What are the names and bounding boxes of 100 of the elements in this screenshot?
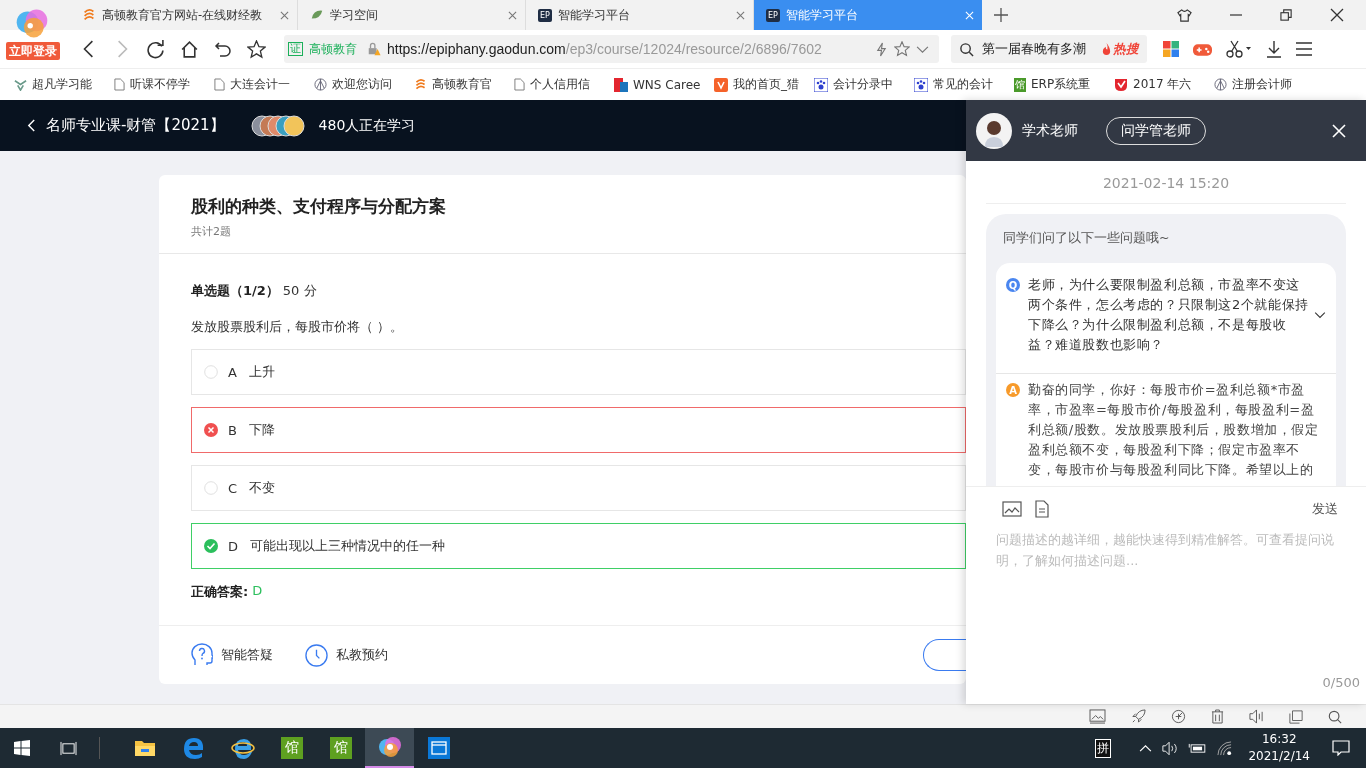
new-tab-icon[interactable] (994, 8, 1008, 22)
question-mark-badge: Q (1006, 278, 1020, 292)
close-tab-icon[interactable] (736, 10, 745, 20)
answer-mark-badge: A (1006, 383, 1020, 397)
logo-badge: 馆 (329, 737, 352, 759)
speaker-icon[interactable] (1249, 709, 1264, 724)
battery-icon[interactable] (1188, 742, 1208, 754)
question-type: 单选题（1/2） (191, 282, 279, 300)
e-ring-logo-icon (230, 737, 255, 759)
avatar-icon (976, 112, 1012, 149)
cross-circle-icon (204, 423, 218, 437)
question-text: 发放股票股利后，每股市价将（ ）。 (191, 318, 405, 336)
action-link[interactable]: 私教预约 (305, 643, 388, 667)
address-bar[interactable]: 证 高顿教育 https://epiphany.gaodun.com/ep3/course/12024/resource/2/6896/7602 (284, 35, 939, 63)
notification-icon[interactable] (1332, 740, 1350, 756)
close-tab-icon[interactable] (280, 10, 289, 20)
bookmark[interactable]: 馆 ERP系统重 (1014, 76, 1114, 93)
bookmark[interactable]: 听课不停学 (114, 76, 214, 93)
bookmark[interactable]: 超凡学习能 (14, 76, 114, 93)
chevron-down-icon[interactable] (1314, 311, 1326, 319)
scissors-icon[interactable] (1226, 40, 1252, 58)
browser-logo-icon (377, 735, 402, 759)
answer-option[interactable]: C 不变 (191, 465, 966, 511)
send-button[interactable]: 发送 (1306, 499, 1344, 519)
bookmark[interactable]: 大连会计一 (214, 76, 314, 93)
task-view-icon[interactable] (60, 740, 77, 756)
bookmark[interactable]: 我的首页_猎 (714, 76, 814, 93)
search-icon (959, 41, 974, 57)
trash-icon[interactable] (1211, 709, 1224, 724)
clock-icon (305, 643, 328, 667)
reload-icon[interactable] (146, 39, 165, 59)
question-input[interactable]: 问题描述的越详细，越能快速得到精准解答。可查看提问说明，了解如何描述问题... (966, 523, 1366, 649)
ime-indicator[interactable]: 拼 (1095, 738, 1112, 758)
question-count: 共计2题 (191, 224, 232, 239)
cert-badge: 证 (288, 42, 303, 56)
star-icon[interactable] (247, 39, 266, 59)
bookmark[interactable]: 会计分录中 (814, 76, 914, 93)
question-head-icon (191, 643, 213, 667)
answer-text: 勤奋的同学，你好：每股市价=盈利总额*市盈率，市盈率=每股市价/每股盈利，每股盈利=盈利总额/股数。发放股票股利后，股数增加，假定盈利总额不变，每股盈利下降；假定市盈率不变，每股市价与每股盈利同比下降。希望以上的 (1028, 381, 1320, 479)
rocket-icon[interactable] (1131, 709, 1146, 724)
chevron-up-icon[interactable] (1139, 743, 1153, 753)
bookmark[interactable]: WNS Caree (614, 77, 714, 92)
answer-value: D (252, 583, 263, 600)
url-text: https://epiphany.gaodun.com/ep3/course/12024/resource/2/6896/7602 (387, 41, 823, 57)
close-tab-icon[interactable] (508, 10, 517, 20)
gamepad-icon[interactable] (1193, 41, 1212, 57)
window-icon (427, 737, 450, 759)
logo-icon (714, 77, 728, 92)
chevron-down-icon[interactable] (916, 44, 929, 54)
skin-icon[interactable] (1177, 7, 1192, 23)
logo-badge: 馆 (1014, 77, 1026, 92)
logo-icon (614, 77, 628, 92)
restore-icon[interactable] (1280, 8, 1293, 22)
undo-icon[interactable] (214, 40, 232, 58)
system-clock[interactable]: 16:32 2021/2/14 (1248, 731, 1310, 765)
windows-start-icon[interactable] (14, 740, 30, 756)
speedometer-icon[interactable] (1171, 709, 1186, 724)
answer-option[interactable]: D 可能出现以上三种情况中的任一种 (191, 523, 966, 569)
window-icon[interactable] (1289, 709, 1303, 724)
bookmark[interactable]: 欢迎您访问 (314, 76, 414, 93)
home-icon[interactable] (180, 39, 199, 59)
ep-logo-icon: EP (766, 8, 780, 22)
question-text: 老师，为什么要限制盈利总额，市盈率不变这两个条件，怎么考虑的？只限制这2个就能保持下降么？为什么限制盈利总额，不是每股收益？难道股数也影响？ (1028, 276, 1310, 354)
learner-avatars-drawing (250, 114, 305, 137)
bookmark[interactable]: 2017 年六 (1114, 76, 1214, 93)
bookmark[interactable]: 常见的会计 (914, 76, 1014, 93)
star-icon[interactable] (894, 41, 910, 57)
answer-option[interactable]: B 下降 (191, 407, 966, 453)
globe-icon (1214, 78, 1227, 91)
document-icon[interactable] (1034, 500, 1050, 518)
bookmark[interactable]: 个人信用信 (514, 76, 614, 93)
search-field[interactable]: 第一届春晚有多潮 热搜 (951, 35, 1147, 63)
lock-warning-icon (367, 42, 381, 56)
page-icon (114, 78, 125, 91)
image-icon[interactable] (1002, 501, 1022, 517)
back-icon[interactable] (27, 119, 36, 132)
search-icon[interactable] (1328, 709, 1342, 724)
answer-label: 正确答案: (191, 583, 249, 601)
close-icon[interactable] (1330, 8, 1344, 22)
chevron-logo-icon (14, 78, 27, 91)
ep-logo-icon: EP (538, 8, 552, 22)
paw-icon (814, 77, 828, 92)
site-name: 高顿教育 (309, 40, 357, 58)
menu-icon[interactable] (1296, 42, 1312, 56)
bookmark[interactable]: 高顿教育官 (414, 76, 514, 93)
lightning-icon[interactable] (875, 41, 888, 57)
download-icon[interactable] (1266, 40, 1282, 58)
apps-grid-icon[interactable] (1163, 41, 1179, 57)
wifi-icon[interactable] (1217, 740, 1233, 756)
teacher-name: 学术老师 (1022, 121, 1078, 140)
paw-icon (914, 77, 928, 92)
question-score: 50 分 (282, 282, 317, 300)
bookmark[interactable]: 注册会计师 (1214, 76, 1314, 93)
browser-tab[interactable]: EP 智能学习平台 (754, 0, 982, 30)
check-circle-icon (204, 539, 218, 553)
image-icon[interactable] (1089, 709, 1106, 724)
answer-option[interactable]: A 上升 (191, 349, 966, 395)
message-date: 2021-02-14 15:20 (986, 161, 1346, 204)
page-icon (514, 78, 525, 91)
action-link[interactable]: 智能答疑 (191, 643, 273, 667)
